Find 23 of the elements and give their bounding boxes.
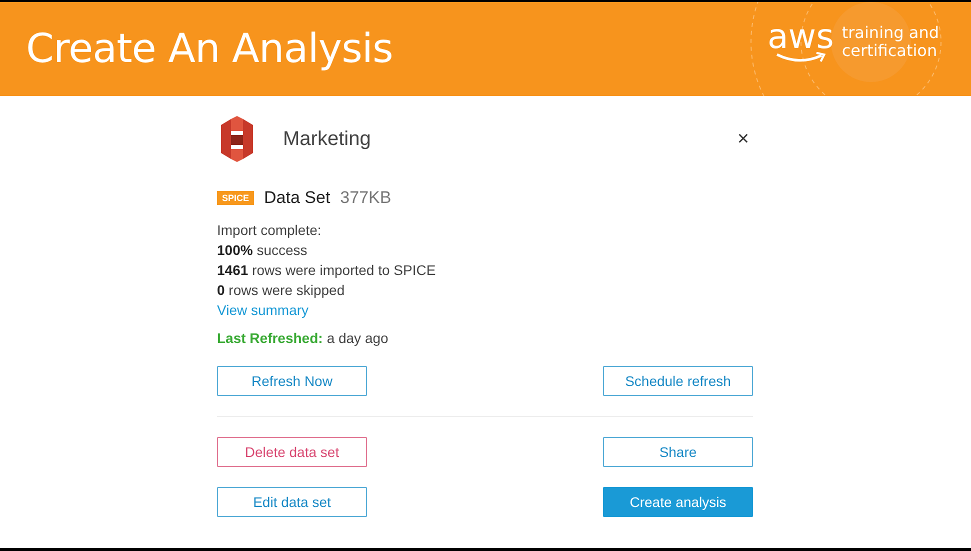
action-button[interactable]: Share [603,437,753,467]
close-button[interactable]: × [737,128,749,150]
action-button[interactable]: Delete data set [217,437,367,467]
action-button[interactable]: Refresh Now [217,366,367,396]
status-line: Import complete: [217,221,322,240]
view-summary-link[interactable]: View summary [217,300,309,320]
dataset-size: 377KB [340,188,392,208]
dataset-label: Data Set [264,188,330,208]
status-line: 0 rows were skipped [217,281,345,300]
logo-wordmark: aws [767,22,834,52]
action-button[interactable]: Create analysis [603,487,753,517]
spice-badge: SPICE [217,191,254,205]
last-refreshed-value: a day ago [326,330,388,346]
action-button[interactable]: Schedule refresh [603,366,753,396]
last-refreshed-label: Last Refreshed: [217,330,323,346]
logo-tagline: certification [842,42,938,60]
status-line: 100% success [217,241,308,260]
action-button[interactable]: Edit data set [217,487,367,517]
dataset-name: Marketing [283,128,371,150]
smile-arrow-icon [774,52,827,64]
slide-title: Create An Analysis [26,26,393,72]
status-line: 1461 rows were imported to SPICE [217,261,436,280]
logo-tagline: training and [842,24,939,42]
